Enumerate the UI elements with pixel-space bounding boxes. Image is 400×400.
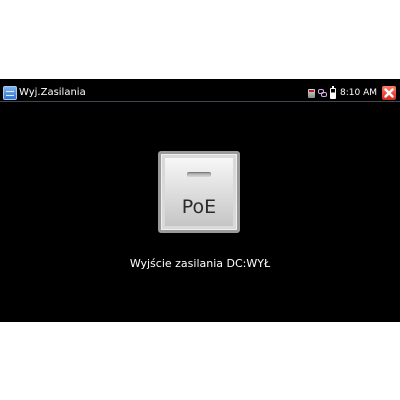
network-link-icon	[318, 89, 327, 97]
poe-button-label: PoE	[181, 196, 217, 218]
window-title: Wyj.Zasilania	[19, 87, 86, 98]
power-app-icon	[3, 86, 17, 100]
clock: 8:10 AM	[340, 88, 377, 98]
poe-button[interactable]: PoE	[158, 151, 240, 233]
close-button[interactable]	[382, 86, 396, 100]
page: Wyj.Zasilania 8:10 AM PoE Wyjście zasila…	[0, 0, 400, 400]
power-output-status: Wyjście zasilania DC:WYŁ	[129, 257, 271, 270]
status-area: 8:10 AM	[308, 85, 396, 101]
indicator-led	[187, 172, 211, 177]
battery-icon	[330, 85, 336, 99]
sd-card-icon	[308, 88, 315, 98]
close-icon	[384, 88, 394, 98]
title-divider	[0, 101, 400, 102]
title-bar: Wyj.Zasilania 8:10 AM	[0, 84, 400, 101]
device-screen: Wyj.Zasilania 8:10 AM PoE Wyjście zasila…	[0, 79, 400, 322]
